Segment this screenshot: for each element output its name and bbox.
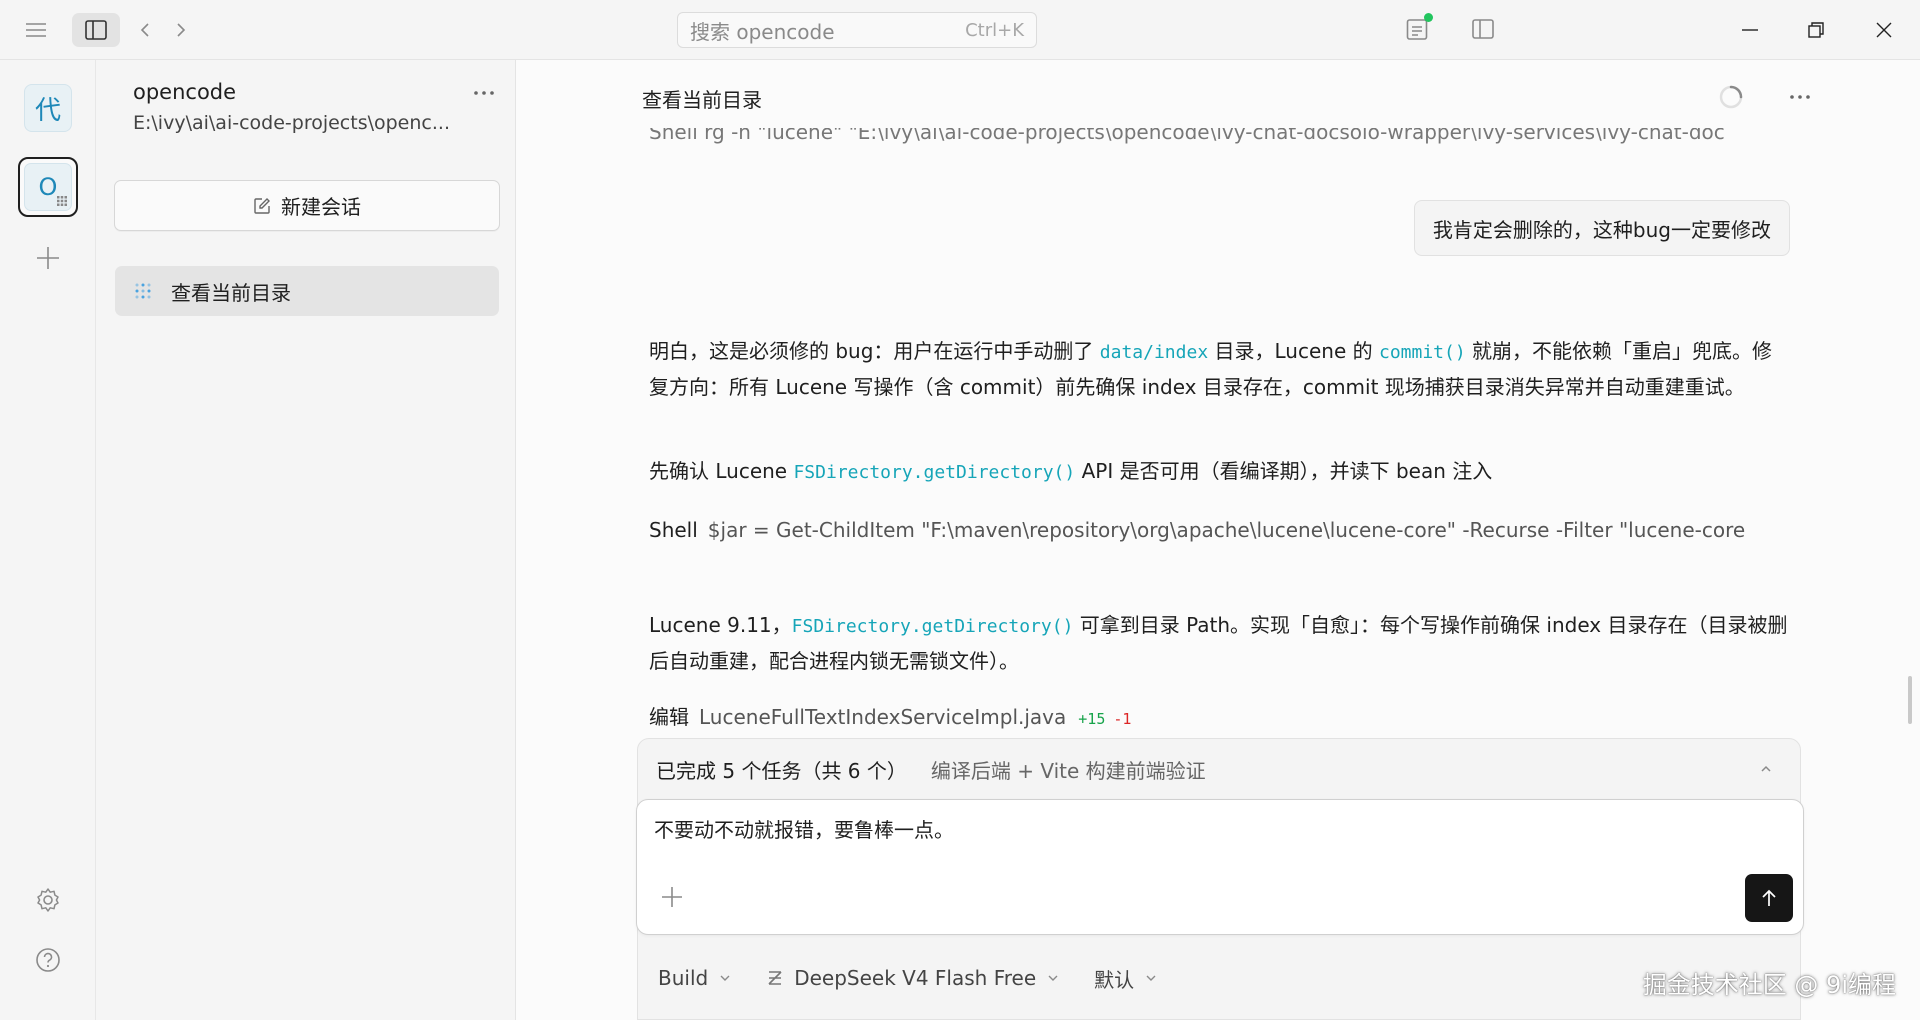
new-session-button[interactable]: 新建会话 — [114, 180, 500, 231]
plus-icon — [662, 887, 682, 907]
edit-icon — [254, 197, 270, 214]
shell-label: Shell — [649, 518, 698, 542]
chevron-left-icon — [140, 23, 149, 37]
search-placeholder: 搜索 opencode — [690, 19, 835, 44]
project-tile-opencode[interactable]: O — [18, 157, 78, 217]
panel-right-icon — [1472, 19, 1494, 39]
search-shortcut: Ctrl+K — [965, 19, 1024, 41]
tasks-button[interactable] — [1400, 12, 1434, 46]
inline-code: commit() — [1378, 342, 1466, 363]
text-run: 先确认 Lucene — [649, 459, 794, 483]
variant-select[interactable]: 默认 — [1094, 964, 1158, 993]
sidebar-icon — [85, 20, 107, 40]
text-run: Lucene 9.11， — [649, 613, 792, 637]
project-rail: 代 O — [0, 60, 96, 1020]
model-value: DeepSeek V4 Flash Free — [794, 966, 1037, 990]
text-run: 明白，这是必须修的 bug：用户在运行中手动删了 — [649, 339, 1100, 363]
active-project-initial: O — [38, 173, 58, 201]
back-button[interactable] — [130, 15, 160, 45]
session-title: 查看当前目录 — [642, 88, 762, 112]
watermark: 掘金技术社区 @ 9i编程 — [1642, 971, 1896, 999]
scrollbar-thumb[interactable] — [1908, 676, 1912, 724]
project-name: opencode — [133, 80, 237, 104]
forward-button[interactable] — [166, 15, 196, 45]
new-session-label: 新建会话 — [281, 195, 361, 219]
arrow-up-icon — [1762, 889, 1776, 906]
plus-icon — [37, 247, 59, 269]
chevron-up-icon — [1761, 765, 1771, 772]
lines-added: +15 — [1078, 710, 1106, 728]
session-item[interactable]: 查看当前目录 — [115, 266, 499, 316]
grid-badge-icon — [57, 196, 67, 206]
mode-select[interactable]: Build — [658, 966, 732, 990]
gear-icon — [37, 888, 59, 912]
shell-tool-call[interactable]: Shell $jar = Get-ChildItem "F:\maven\repo… — [649, 513, 1769, 547]
composer-options: Build DeepSeek V4 Flash Free 默认 — [638, 935, 1800, 1020]
send-button[interactable] — [1745, 874, 1793, 922]
more-horizontal-icon — [474, 91, 494, 95]
assistant-paragraph: Lucene 9.11，FSDirectory.getDirectory() 可… — [649, 608, 1789, 678]
spinner-icon — [1719, 85, 1743, 109]
edit-label: 编辑 — [649, 705, 689, 729]
task-progress-bar[interactable]: 已完成 5 个任务（共 6 个） 编译后端 + Vite 构建前端验证 — [638, 739, 1800, 799]
search-input[interactable]: 搜索 opencode Ctrl+K — [677, 12, 1037, 48]
loading-dots-icon — [135, 283, 151, 299]
help-icon — [36, 948, 60, 972]
chevron-down-icon — [1048, 975, 1058, 981]
current-task: 编译后端 + Vite 构建前端验证 — [930, 758, 1206, 783]
close-icon — [1876, 22, 1892, 38]
toggle-sidebar-button[interactable] — [72, 13, 120, 47]
mode-value: Build — [658, 966, 709, 990]
assistant-paragraph: 明白，这是必须修的 bug：用户在运行中手动删了 data/index 目录，L… — [649, 334, 1789, 404]
text-run: 目录，Lucene 的 — [1208, 339, 1379, 363]
minimize-button[interactable] — [1730, 10, 1770, 50]
hamburger-icon — [26, 23, 46, 37]
chat-main: 查看当前目录 Shell rg -n "lucene" "E:\ivy\ai\a… — [516, 60, 1920, 1020]
project-more-button[interactable] — [466, 78, 502, 108]
chevron-down-icon — [720, 975, 730, 981]
user-message-text: 我肯定会删除的，这种bug一定要修改 — [1432, 217, 1771, 242]
more-horizontal-icon — [1790, 95, 1810, 99]
shell-command-text: Shell rg -n "lucene" "E:\ivy\ai\ai-code-… — [649, 128, 1725, 144]
settings-button[interactable] — [30, 882, 66, 918]
close-button[interactable] — [1864, 10, 1904, 50]
project-path: E:\ivy\ai\ai-code-projects\openc... — [133, 112, 450, 134]
shell-command-partial: Shell rg -n "lucene" "E:\ivy\ai\ai-code-… — [649, 128, 1769, 144]
project-tile-dai[interactable]: 代 — [24, 84, 72, 132]
message-input-text: 不要动不动就报错，要鲁棒一点。 — [654, 818, 954, 842]
chevron-right-icon — [177, 23, 186, 37]
inline-code: FSDirectory.getDirectory() — [791, 616, 1074, 637]
minimize-icon — [1742, 29, 1758, 31]
edit-tool-call[interactable]: 编辑 LuceneFullTextIndexServiceImpl.java +15… — [649, 702, 1131, 734]
inline-code: data/index — [1099, 342, 1209, 363]
lines-removed: -1 — [1113, 710, 1132, 728]
model-select[interactable]: DeepSeek V4 Flash Free — [766, 966, 1060, 990]
shell-command: $jar = Get-ChildItem "F:\maven\repositor… — [707, 518, 1746, 542]
project-avatar: O — [24, 163, 72, 211]
sessions-panel: opencode E:\ivy\ai\ai-code-projects\open… — [96, 60, 516, 1020]
status-dot — [1424, 13, 1433, 22]
message-input[interactable]: 不要动不动就报错，要鲁棒一点。 — [636, 799, 1804, 935]
project-initial: 代 — [34, 95, 61, 126]
help-button[interactable] — [30, 942, 66, 978]
edit-file-name: LuceneFullTextIndexServiceImpl.java — [699, 705, 1067, 729]
menu-button[interactable] — [20, 15, 52, 45]
session-item-label: 查看当前目录 — [171, 280, 291, 305]
assistant-paragraph: 先确认 Lucene FSDirectory.getDirectory() AP… — [649, 454, 1789, 490]
composer: 已完成 5 个任务（共 6 个） 编译后端 + Vite 构建前端验证 不要动不… — [636, 738, 1804, 1020]
text-run: API 是否可用（看编译期），并读下 bean 注入 — [1075, 459, 1493, 483]
session-more-button[interactable] — [1782, 82, 1818, 112]
chevron-down-icon — [1146, 975, 1156, 981]
title-bar: 搜索 opencode Ctrl+K — [0, 0, 1920, 60]
user-message: 我肯定会删除的，这种bug一定要修改 — [1413, 200, 1790, 256]
model-provider-icon — [768, 971, 782, 985]
restore-button[interactable] — [1796, 10, 1836, 50]
attach-button[interactable] — [657, 882, 687, 912]
restore-icon — [1808, 22, 1824, 38]
variant-value: 默认 — [1094, 967, 1135, 992]
toggle-panel-button[interactable] — [1466, 12, 1500, 46]
tasks-done: 已完成 5 个任务（共 6 个） — [656, 758, 907, 783]
add-project-button[interactable] — [30, 240, 66, 276]
inline-code: FSDirectory.getDirectory() — [793, 462, 1076, 483]
